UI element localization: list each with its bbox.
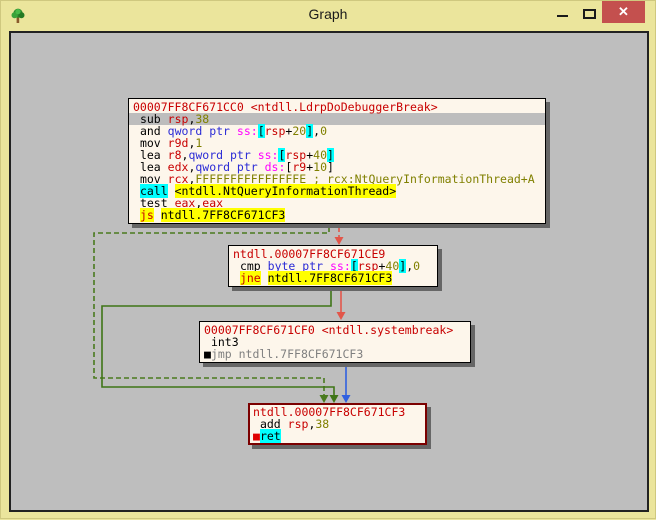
basic-block-systembreak[interactable]: 00007FF8CF671CF0 <ntdll.systembreak> int… (199, 321, 471, 363)
window-titlebar[interactable]: Graph ✕ (1, 1, 655, 31)
maximize-button[interactable] (576, 1, 602, 23)
minimize-icon (557, 15, 568, 17)
close-button[interactable]: ✕ (602, 1, 645, 23)
close-icon: ✕ (618, 4, 629, 19)
asm-line[interactable]: js ntdll.7FF8CF671CF3 (133, 208, 541, 222)
minimize-button[interactable] (550, 1, 576, 23)
maximize-icon (583, 9, 596, 19)
asm-line[interactable]: jne ntdll.7FF8CF671CF3 (233, 271, 433, 285)
asm-line[interactable]: ■jmp ntdll.7FF8CF671CF3 (204, 348, 466, 360)
basic-block-block-cf671cf3[interactable]: ntdll.00007FF8CF671CF3 add rsp,38 ■ret (248, 403, 427, 445)
basic-block-block-cf671ce9[interactable]: ntdll.00007FF8CF671CE9 cmp byte ptr ss:[… (228, 245, 438, 287)
block-header[interactable]: 00007FF8CF671CF0 <ntdll.systembreak> (204, 324, 466, 336)
graph-window: { "window": { "title": "Graph", "icon": … (0, 0, 656, 519)
basic-block-ldrp-do-debugger-break[interactable]: 00007FF8CF671CC0 <ntdll.LdrpDoDebuggerBr… (128, 98, 546, 224)
asm-line[interactable]: ■ret (253, 429, 422, 443)
